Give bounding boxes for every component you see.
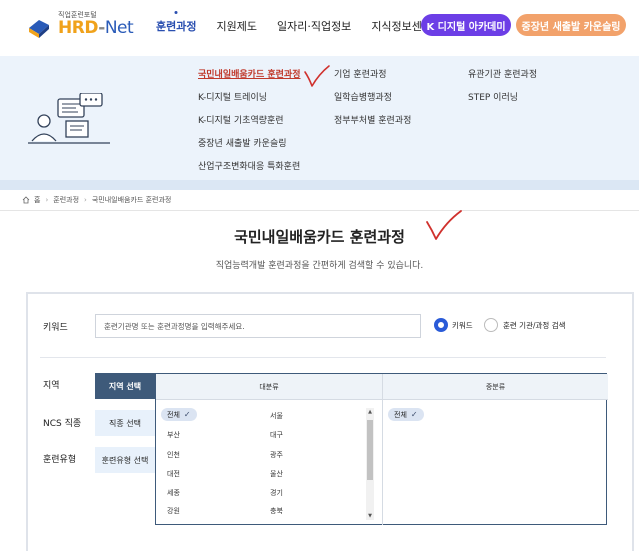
region-selection-box: 대분류 중분류 전체 ✓ 부산 인천 대전 세종 강원 서울 대구 광주 울산 경… xyxy=(155,373,608,525)
home-icon[interactable] xyxy=(22,196,30,204)
menu-item-k-digital-basic[interactable]: K-디지털 기초역량훈련 xyxy=(198,114,301,137)
nav-job-info[interactable]: 일자리·직업정보 xyxy=(277,18,351,34)
radio-institution-search[interactable] xyxy=(484,318,498,332)
check-icon: ✓ xyxy=(410,410,418,419)
breadcrumb: 홈 › 훈련과정 › 국민내일배움카드 훈련과정 xyxy=(22,195,171,205)
menu-item-work-study-courses[interactable]: 일학습병행과정 xyxy=(334,91,411,114)
keyword-input[interactable] xyxy=(95,314,421,338)
ncs-select-tab[interactable]: 직종 선택 xyxy=(95,410,155,436)
chevron-right-icon: › xyxy=(84,196,87,204)
training-type-select-tab[interactable]: 훈련유형 선택 xyxy=(95,447,155,473)
sub-category-header: 중분류 xyxy=(382,374,608,400)
main-category-header: 대분류 xyxy=(156,374,382,400)
nav-training-courses[interactable]: 훈련과정 xyxy=(156,18,196,34)
page-description: 직업능력개발 훈련과정을 간편하게 검색할 수 있습니다. xyxy=(215,261,424,271)
logo-mark-icon xyxy=(29,20,49,38)
menu-item-corporate-courses[interactable]: 기업 훈련과정 xyxy=(334,68,411,91)
page-title: 국민내일배움카드 훈련과정 xyxy=(234,228,405,246)
breadcrumb-divider xyxy=(0,210,639,211)
k-digital-academy-button[interactable]: K 디지털 아카데미 xyxy=(421,14,511,36)
site-header: 직업훈련포털 HRD-Net 훈련과정 지원제도 일자리·직업정보 지식정보센터… xyxy=(0,0,639,56)
region-item[interactable]: 경기 xyxy=(270,488,283,498)
nav-support-system[interactable]: 지원제도 xyxy=(216,18,256,34)
region-item[interactable]: 대구 xyxy=(270,430,283,440)
chevron-right-icon: › xyxy=(45,196,49,204)
menu-item-industry-special-training[interactable]: 산업구조변화대응 특화훈련 xyxy=(198,160,301,183)
sub-region-chip-all[interactable]: 전체 ✓ xyxy=(388,408,424,421)
handwritten-check-mark-icon xyxy=(426,210,462,240)
panel-divider xyxy=(40,357,606,358)
region-chip-all[interactable]: 전체 ✓ xyxy=(161,408,197,421)
region-item[interactable]: 대전 xyxy=(167,469,180,479)
menu-item-step-elearning[interactable]: STEP 이러닝 xyxy=(468,91,537,114)
training-type-label: 훈련유형 xyxy=(43,455,77,465)
scroll-thumb[interactable] xyxy=(367,420,373,480)
region-item[interactable]: 서울 xyxy=(270,411,283,421)
ncs-label: NCS 직종 xyxy=(43,419,82,429)
mega-menu-column-1: 국민내일배움카드 훈련과정 K-디지털 트레이닝 K-디지털 기초역량훈련 중장… xyxy=(198,68,301,183)
region-select-tab[interactable]: 지역 선택 xyxy=(95,373,155,399)
consultation-illustration-icon xyxy=(28,93,110,144)
region-item[interactable]: 강원 xyxy=(167,506,180,516)
region-item[interactable]: 충북 xyxy=(270,506,283,516)
radio-keyword[interactable] xyxy=(434,318,448,332)
menu-item-midlife-counseling[interactable]: 중장년 새출발 카운슬링 xyxy=(198,137,301,160)
main-nav: 훈련과정 지원제도 일자리·직업정보 지식정보센터 xyxy=(156,18,452,34)
breadcrumb-training[interactable]: 훈련과정 xyxy=(53,195,79,205)
scroll-down-icon[interactable]: ▼ xyxy=(366,512,374,520)
region-item[interactable]: 울산 xyxy=(270,469,283,479)
column-divider xyxy=(382,400,383,525)
radio-keyword-label[interactable]: 키워드 xyxy=(452,320,473,331)
region-item[interactable]: 광주 xyxy=(270,450,283,460)
check-icon: ✓ xyxy=(183,410,191,419)
menu-item-k-digital-training[interactable]: K-디지털 트레이닝 xyxy=(198,91,301,114)
region-label: 지역 xyxy=(43,381,60,391)
logo-wordmark: HRD-Net xyxy=(58,18,134,38)
mega-menu-column-2: 기업 훈련과정 일학습병행과정 정부부처별 훈련과정 xyxy=(334,68,411,137)
hrd-net-logo[interactable]: 직업훈련포털 HRD-Net xyxy=(26,8,136,44)
mega-menu-bottom-strip xyxy=(0,180,639,190)
region-item[interactable]: 인천 xyxy=(167,450,180,460)
menu-item-ministry-courses[interactable]: 정부부처별 훈련과정 xyxy=(334,114,411,137)
region-item[interactable]: 세종 xyxy=(167,488,180,498)
mega-menu-column-3: 유관기관 훈련과정 STEP 이러닝 xyxy=(468,68,537,114)
menu-item-national-card-courses[interactable]: 국민내일배움카드 훈련과정 xyxy=(198,68,301,91)
midlife-counseling-button[interactable]: 중장년 새출발 카운슬링 xyxy=(516,14,626,36)
handwritten-check-mark-icon xyxy=(304,65,330,87)
region-list-scrollbar[interactable]: ▲ ▼ xyxy=(366,408,374,520)
radio-institution-label[interactable]: 훈련 기관/과정 검색 xyxy=(503,320,566,331)
region-item[interactable]: 부산 xyxy=(167,430,180,440)
breadcrumb-current: 국민내일배움카드 훈련과정 xyxy=(91,196,172,204)
breadcrumb-home[interactable]: 홈 xyxy=(34,195,40,205)
menu-item-affiliated-courses[interactable]: 유관기관 훈련과정 xyxy=(468,68,537,91)
scroll-up-icon[interactable]: ▲ xyxy=(366,408,374,416)
keyword-label: 키워드 xyxy=(43,323,68,333)
